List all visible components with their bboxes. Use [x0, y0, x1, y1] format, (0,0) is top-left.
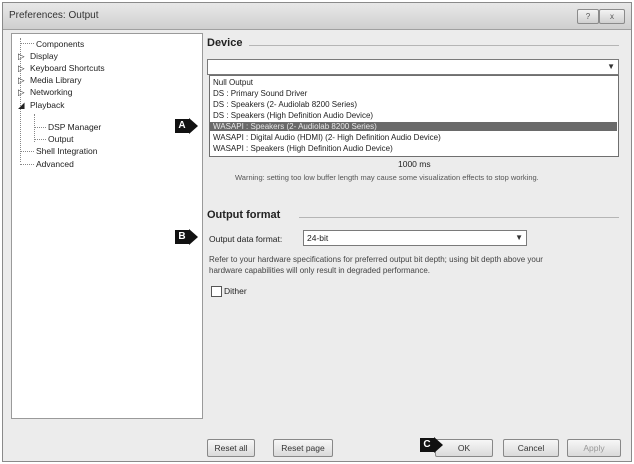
device-dropdown[interactable]: ▼: [207, 59, 619, 75]
bit-depth-help-line-2: hardware capabilities will only result i…: [209, 266, 431, 275]
section-divider: [299, 217, 619, 218]
output-data-format-value: 24-bit: [307, 233, 329, 243]
device-option[interactable]: Null Output: [213, 78, 253, 87]
window-title: Preferences: Output: [9, 10, 99, 21]
tree-item-dsp-manager[interactable]: DSP Manager: [48, 122, 101, 132]
apply-button[interactable]: Apply: [567, 439, 621, 457]
tree-connector: [20, 151, 34, 152]
preferences-window: Preferences: Output ? x Components ▷ Dis…: [2, 2, 632, 462]
ok-button[interactable]: OK: [435, 439, 493, 457]
tree-item-output[interactable]: Output: [48, 134, 74, 144]
device-option[interactable]: DS : Speakers (2- Audiolab 8200 Series): [213, 100, 357, 109]
bit-depth-help-line-1: Refer to your hardware specifications fo…: [209, 255, 543, 264]
tree-item-display[interactable]: Display: [30, 51, 58, 61]
buffer-length-value: 1000 ms: [398, 159, 431, 169]
device-option[interactable]: DS : Primary Sound Driver: [213, 89, 307, 98]
tree-expand-icon[interactable]: ▷: [18, 75, 25, 86]
device-dropdown-list: Null Output DS : Primary Sound Driver DS…: [209, 75, 619, 157]
tree-connector: [34, 139, 46, 140]
dither-label: Dither: [224, 286, 247, 296]
tree-expand-icon[interactable]: ▷: [18, 63, 25, 74]
close-button[interactable]: x: [599, 9, 625, 24]
callout-a-arrow: [189, 118, 198, 134]
tree-item-advanced[interactable]: Advanced: [36, 159, 74, 169]
help-button[interactable]: ?: [577, 9, 599, 24]
dither-checkbox[interactable]: [211, 286, 222, 297]
output-format-section-title: Output format: [207, 209, 281, 221]
callout-b-arrow: [189, 229, 198, 245]
chevron-down-icon: ▼: [515, 233, 523, 242]
device-option[interactable]: WASAPI : Speakers (High Definition Audio…: [213, 144, 393, 153]
output-data-format-select[interactable]: 24-bit ▼: [303, 230, 527, 246]
tree-expand-icon[interactable]: ▷: [18, 51, 25, 62]
section-divider: [249, 45, 619, 46]
tree-expand-icon[interactable]: ▷: [18, 87, 25, 98]
tree-collapse-icon[interactable]: ◢: [18, 100, 25, 111]
callout-c: C: [420, 438, 434, 452]
buffer-warning: Warning: setting too low buffer length m…: [235, 173, 539, 182]
preferences-tree: Components ▷ Display ▷ Keyboard Shortcut…: [11, 33, 203, 419]
callout-a: A: [175, 119, 189, 133]
cancel-button[interactable]: Cancel: [503, 439, 559, 457]
tree-item-components[interactable]: Components: [36, 39, 84, 49]
tree-item-media-library[interactable]: Media Library: [30, 75, 82, 85]
callout-c-arrow: [434, 437, 443, 453]
tree-item-playback[interactable]: Playback: [30, 100, 65, 110]
reset-page-button[interactable]: Reset page: [273, 439, 333, 457]
chevron-down-icon: ▼: [607, 62, 615, 71]
output-data-format-label: Output data format:: [209, 234, 283, 244]
tree-guide-line: [34, 114, 35, 142]
tree-connector: [20, 43, 34, 44]
tree-connector: [34, 127, 46, 128]
tree-item-shell-integration[interactable]: Shell Integration: [36, 146, 97, 156]
device-option-selected[interactable]: WASAPI : Speakers (2- Audiolab 8200 Seri…: [210, 122, 617, 131]
device-option[interactable]: WASAPI : Digital Audio (HDMI) (2- High D…: [213, 133, 441, 142]
callout-b: B: [175, 230, 189, 244]
tree-connector: [20, 164, 34, 165]
device-section-title: Device: [207, 37, 243, 49]
tree-item-keyboard-shortcuts[interactable]: Keyboard Shortcuts: [30, 63, 105, 73]
device-option[interactable]: DS : Speakers (High Definition Audio Dev…: [213, 111, 373, 120]
title-bar: Preferences: Output ? x: [3, 3, 631, 30]
reset-all-button[interactable]: Reset all: [207, 439, 255, 457]
tree-item-networking[interactable]: Networking: [30, 87, 73, 97]
